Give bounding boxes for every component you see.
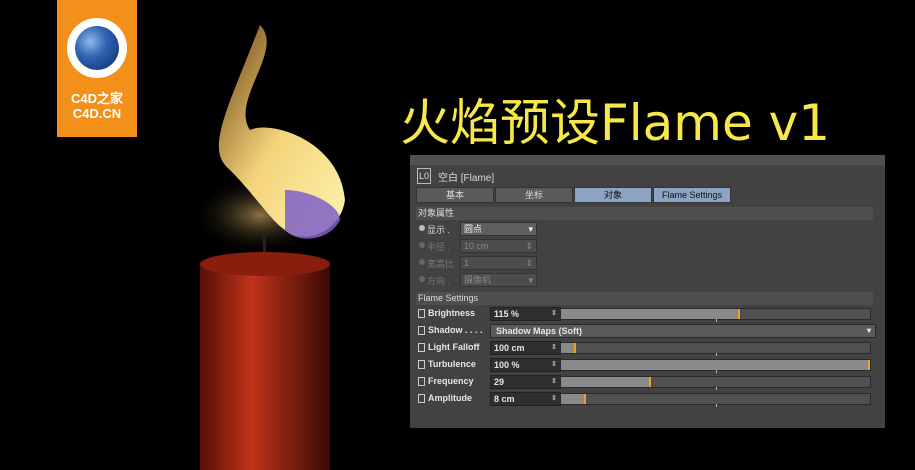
amplitude-slider[interactable] [560,393,871,407]
tab-bar: 基本 坐标 对象 Flame Settings [416,187,885,203]
chevron-down-icon: ▾ [528,275,533,285]
amplitude-input[interactable]: 8 cm ⇕ [490,392,561,406]
radius-value: 10 cm [464,241,489,251]
turbulence-label: Turbulence [428,359,476,369]
logo-emblem [67,18,127,78]
light-falloff-input[interactable]: 100 cm ⇕ [490,341,561,355]
chevron-down-icon: ▾ [528,224,533,234]
turbulence-slider[interactable] [560,359,871,373]
display-dropdown[interactable]: 圆点 ▾ [460,222,537,236]
tab-basic[interactable]: 基本 [416,187,494,203]
frequency-input[interactable]: 29 ⇕ [490,375,561,389]
shadow-row: Shadow . . . . Shadow Maps (Soft) ▾ [410,322,885,339]
object-properties-header: 对象属性 [416,207,873,220]
page-title: 火焰预设Flame v1 [400,94,831,152]
shadow-value: Shadow Maps (Soft) [496,326,582,336]
aspect-value: 1 [464,258,470,268]
keyframe-dot-icon [419,276,425,282]
spinner-icon[interactable]: ⇕ [551,376,557,388]
orientation-dropdown: 摄像机 ▾ [460,273,537,287]
spinner-icon[interactable]: ⇕ [551,359,557,371]
amplitude-value: 8 cm [494,394,515,404]
radius-label: 半径 . [427,242,451,252]
logo-sphere-icon [75,26,119,70]
brightness-label: Brightness [428,308,476,318]
brightness-row: Brightness 115 % ⇕ [410,305,885,322]
orientation-label: 方向 . [427,276,451,286]
orientation-row: 方向 . 摄像机 ▾ [410,271,885,288]
brightness-slider[interactable] [560,308,871,322]
light-falloff-label: Light Falloff [428,342,480,352]
spinner-icon: ⇕ [525,241,533,251]
animate-toggle-icon[interactable] [418,377,425,386]
animate-toggle-icon[interactable] [418,326,425,335]
panel-topbar [410,155,885,165]
c4d-logo: C4D之家 C4D.CN [57,0,137,137]
turbulence-row: Turbulence 100 % ⇕ [410,356,885,373]
flame-settings-header: Flame Settings [416,292,873,305]
spinner-icon[interactable]: ⇕ [551,342,557,354]
slider-knob[interactable] [584,394,586,404]
display-row: 显示 . 圆点 ▾ [410,220,885,237]
animate-toggle-icon[interactable] [418,394,425,403]
slider-tick [716,404,717,407]
slider-knob[interactable] [868,360,870,370]
spinner-icon[interactable]: ⇕ [551,393,557,405]
logo-text-domain: C4D.CN [72,106,122,121]
slider-knob[interactable] [738,309,740,319]
orientation-value: 摄像机 [464,275,492,285]
aspect-field: 1 ⇕ [460,256,537,270]
radius-field: 10 cm ⇕ [460,239,537,253]
shadow-dropdown[interactable]: Shadow Maps (Soft) ▾ [490,324,876,338]
light-falloff-slider[interactable] [560,342,871,356]
frequency-value: 29 [494,377,505,387]
keyframe-dot-icon [419,259,425,265]
keyframe-dot-icon [419,242,425,248]
light-falloff-row: Light Falloff 100 cm ⇕ [410,339,885,356]
tab-coord[interactable]: 坐标 [495,187,573,203]
tab-object[interactable]: 对象 [574,187,652,203]
object-name: 空白 [Flame] [438,172,495,184]
keyframe-dot-icon[interactable] [419,225,425,231]
chevron-down-icon: ▾ [866,326,871,335]
frequency-row: Frequency 29 ⇕ [410,373,885,390]
slider-fill [561,360,870,370]
slider-knob[interactable] [574,343,576,353]
amplitude-row: Amplitude 8 cm ⇕ [410,390,885,407]
animate-toggle-icon[interactable] [418,309,425,318]
panel-header: L0 空白 [Flame] [410,165,885,187]
aspect-row: 宽高比 1 ⇕ [410,254,885,271]
attribute-panel: L0 空白 [Flame] 基本 坐标 对象 Flame Settings 对象… [410,155,885,428]
animate-toggle-icon[interactable] [418,343,425,352]
turbulence-value: 100 % [494,360,520,370]
turbulence-input[interactable]: 100 % ⇕ [490,358,561,372]
amplitude-label: Amplitude [428,393,472,403]
frequency-slider[interactable] [560,376,871,390]
display-label: 显示 . [427,225,451,235]
slider-fill [561,377,651,387]
slider-knob[interactable] [649,377,651,387]
display-value: 圆点 [464,224,483,234]
logo-text-cn: C4D之家 [70,91,123,106]
animate-toggle-icon[interactable] [418,360,425,369]
spinner-icon: ⇕ [525,258,533,268]
shadow-label: Shadow . . . . [428,325,483,335]
tab-flame-settings[interactable]: Flame Settings [653,187,731,203]
spinner-icon[interactable]: ⇕ [551,308,557,320]
null-object-icon: L0 [417,168,431,184]
aspect-label: 宽高比 [427,259,455,269]
brightness-value: 115 % [494,309,520,319]
slider-fill [561,394,586,404]
brightness-input[interactable]: 115 % ⇕ [490,307,561,321]
slider-fill [561,309,740,319]
radius-row: 半径 . 10 cm ⇕ [410,237,885,254]
light-falloff-value: 100 cm [494,343,525,353]
frequency-label: Frequency [428,376,474,386]
candle-flame-illustration [190,25,345,470]
